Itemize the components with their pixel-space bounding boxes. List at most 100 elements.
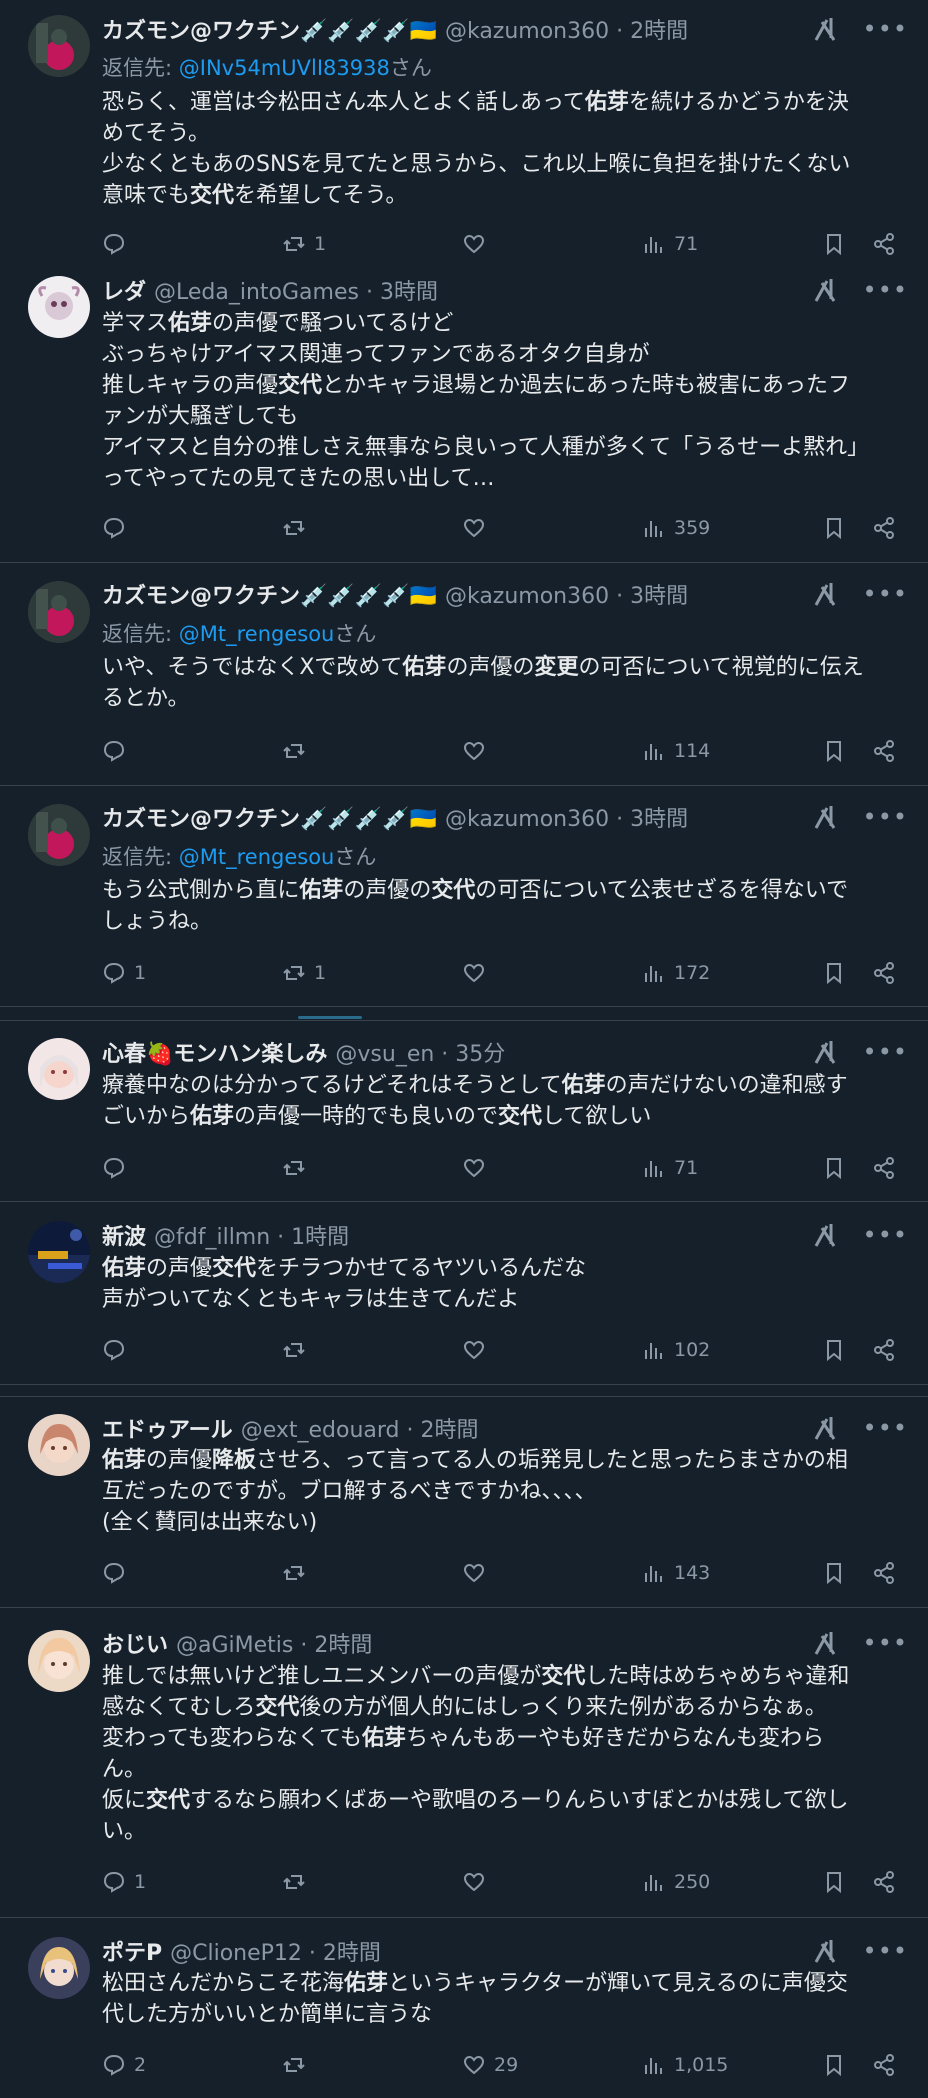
repost-button[interactable]: 1 (282, 958, 326, 988)
grok-icon[interactable] (813, 1039, 837, 1065)
more-icon[interactable]: ••• (863, 1223, 908, 1247)
grok-icon[interactable] (813, 804, 837, 830)
tweet[interactable]: カズモン@ワクチン💉💉💉💉🇺🇦 @kazumon360 · 2時間 ••• 返信… (0, 0, 928, 268)
tweet[interactable]: カズモン@ワクチン💉💉💉💉🇺🇦 @kazumon360 · 3時間 ••• 返信… (0, 563, 928, 785)
handle-and-time[interactable]: @kazumon360 · 3時間 (445, 801, 688, 833)
share-button[interactable] (872, 1153, 896, 1183)
more-icon[interactable]: ••• (863, 1631, 908, 1655)
reply-button[interactable] (102, 1558, 134, 1588)
display-name[interactable]: カズモン@ワクチン💉💉💉💉🇺🇦 (102, 13, 437, 45)
more-icon[interactable]: ••• (863, 582, 908, 606)
grok-icon[interactable] (813, 581, 837, 607)
bookmark-button[interactable] (822, 1153, 846, 1183)
more-icon[interactable]: ••• (863, 278, 908, 302)
bookmark-button[interactable] (822, 958, 846, 988)
bookmark-button[interactable] (822, 736, 846, 766)
mention-link[interactable]: @INv54mUVlI83938 (179, 56, 390, 80)
repost-button[interactable] (282, 1867, 314, 1897)
like-button[interactable] (462, 736, 494, 766)
display-name[interactable]: エドゥアール (102, 1412, 233, 1444)
views-button[interactable]: 71 (642, 229, 698, 259)
tweet[interactable]: おじい @aGiMetis · 2時間 ••• 推しでは無いけど推しユニメンバー… (0, 1608, 928, 1917)
bookmark-button[interactable] (822, 513, 846, 543)
reply-button[interactable] (102, 1153, 134, 1183)
like-button[interactable] (462, 958, 494, 988)
repost-button[interactable] (282, 1153, 314, 1183)
bookmark-button[interactable] (822, 1558, 846, 1588)
display-name[interactable]: 新波 (102, 1219, 146, 1251)
views-button[interactable]: 114 (642, 736, 710, 766)
share-button[interactable] (872, 2050, 896, 2080)
more-icon[interactable]: ••• (863, 1939, 908, 1963)
views-button[interactable]: 102 (642, 1335, 710, 1365)
reply-button[interactable]: 2 (102, 2050, 146, 2080)
avatar[interactable] (28, 1937, 90, 1999)
handle-and-time[interactable]: @ClioneP12 · 2時間 (170, 1935, 381, 1967)
grok-icon[interactable] (813, 16, 837, 42)
grok-icon[interactable] (813, 1415, 837, 1441)
handle-and-time[interactable]: @vsu_en · 35分 (335, 1036, 505, 1068)
grok-icon[interactable] (813, 1938, 837, 1964)
reply-button[interactable] (102, 229, 134, 259)
like-button[interactable] (462, 1867, 494, 1897)
display-name[interactable]: カズモン@ワクチン💉💉💉💉🇺🇦 (102, 578, 437, 610)
views-button[interactable]: 359 (642, 513, 710, 543)
grok-icon[interactable] (813, 277, 837, 303)
handle-and-time[interactable]: @Leda_intoGames · 3時間 (154, 274, 438, 306)
like-button[interactable] (462, 513, 494, 543)
bookmark-button[interactable] (822, 1335, 846, 1365)
more-icon[interactable]: ••• (863, 1416, 908, 1440)
bookmark-button[interactable] (822, 1867, 846, 1897)
share-button[interactable] (872, 736, 896, 766)
mention-link[interactable]: @Mt_rengesou (179, 845, 335, 869)
tweet[interactable]: ポテP @ClioneP12 · 2時間 ••• 松田さんだからこそ花海佑芽とい… (0, 1918, 928, 2098)
more-icon[interactable]: ••• (863, 17, 908, 41)
handle-and-time[interactable]: @kazumon360 · 3時間 (445, 578, 688, 610)
share-button[interactable] (872, 1867, 896, 1897)
repost-button[interactable] (282, 1558, 314, 1588)
handle-and-time[interactable]: @ext_edouard · 2時間 (241, 1412, 479, 1444)
tweet[interactable]: 新波 @fdf_illmn · 1時間 ••• 佑芽の声優交代をチラつかせてるヤ… (0, 1202, 928, 1384)
like-button[interactable]: 29 (462, 2050, 518, 2080)
like-button[interactable] (462, 1335, 494, 1365)
tweet[interactable]: エドゥアール @ext_edouard · 2時間 ••• 佑芽の声優降板させろ… (0, 1397, 928, 1607)
display-name[interactable]: おじい (102, 1627, 168, 1659)
bookmark-button[interactable] (822, 2050, 846, 2080)
share-button[interactable] (872, 229, 896, 259)
like-button[interactable] (462, 1558, 494, 1588)
reply-button[interactable]: 1 (102, 958, 146, 988)
reply-button[interactable] (102, 1335, 134, 1365)
avatar[interactable] (28, 276, 90, 338)
avatar[interactable] (28, 1038, 90, 1100)
display-name[interactable]: ポテP (102, 1935, 162, 1967)
reply-button[interactable] (102, 513, 134, 543)
more-icon[interactable]: ••• (863, 1040, 908, 1064)
tweet[interactable]: レダ @Leda_intoGames · 3時間 ••• 学マス佑芽の声優で騒つ… (0, 268, 928, 562)
avatar[interactable] (28, 581, 90, 643)
grok-icon[interactable] (813, 1630, 837, 1656)
tweet[interactable]: 心春🍓モンハン楽しみ @vsu_en · 35分 ••• 療養中なのは分かってる… (0, 1021, 928, 1201)
views-button[interactable]: 1,015 (642, 2050, 728, 2080)
repost-button[interactable] (282, 2050, 314, 2080)
handle-and-time[interactable]: @fdf_illmn · 1時間 (154, 1219, 349, 1251)
views-button[interactable]: 172 (642, 958, 710, 988)
display-name[interactable]: カズモン@ワクチン💉💉💉💉🇺🇦 (102, 801, 437, 833)
views-button[interactable]: 71 (642, 1153, 698, 1183)
avatar[interactable] (28, 15, 90, 77)
like-button[interactable] (462, 1153, 494, 1183)
tweet[interactable]: カズモン@ワクチン💉💉💉💉🇺🇦 @kazumon360 · 3時間 ••• 返信… (0, 786, 928, 1006)
display-name[interactable]: レダ (102, 274, 146, 306)
like-button[interactable] (462, 229, 494, 259)
reply-button[interactable] (102, 736, 134, 766)
handle-and-time[interactable]: @kazumon360 · 2時間 (445, 13, 688, 45)
repost-button[interactable] (282, 513, 314, 543)
repost-button[interactable]: 1 (282, 229, 326, 259)
views-button[interactable]: 250 (642, 1867, 710, 1897)
handle-and-time[interactable]: @aGiMetis · 2時間 (176, 1627, 372, 1659)
avatar[interactable] (28, 804, 90, 866)
avatar[interactable] (28, 1630, 90, 1692)
avatar[interactable] (28, 1414, 90, 1476)
bookmark-button[interactable] (822, 229, 846, 259)
repost-button[interactable] (282, 736, 314, 766)
views-button[interactable]: 143 (642, 1558, 710, 1588)
